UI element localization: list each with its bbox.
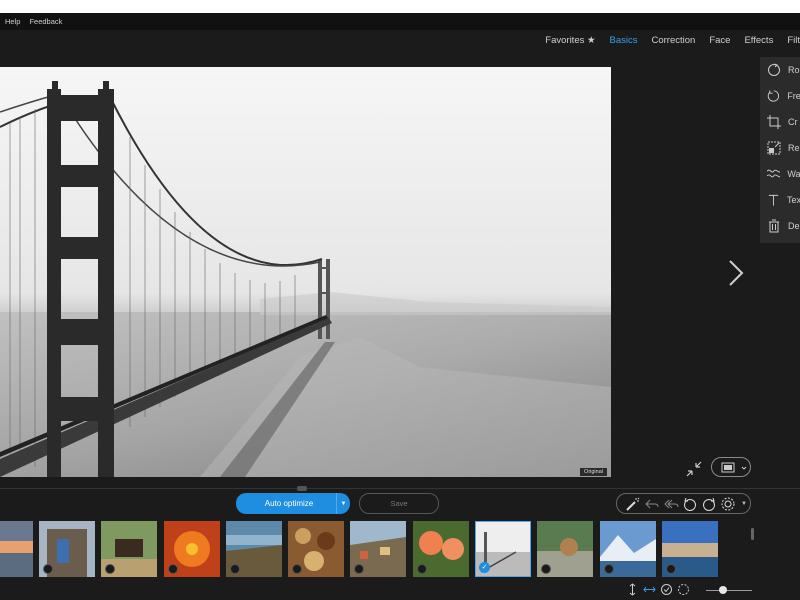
select-circle[interactable] [230,564,240,574]
auto-optimize-button[interactable]: Auto optimize ▼ [236,493,350,514]
thumbnail-dried-fruit[interactable] [288,521,344,577]
thumbnail-horse-fence[interactable] [101,521,157,577]
filmstrip-collapse-handle[interactable] [297,486,307,491]
tool-text[interactable]: Tex [760,187,800,213]
magic-wand-icon[interactable] [625,496,641,512]
save-button[interactable]: Save [359,493,439,514]
thumbnail-coastal-village[interactable] [350,521,406,577]
filmstrip: ✓ [0,520,760,578]
undo-icon[interactable] [644,496,660,512]
thumbnail-orange-blossoms[interactable] [413,521,469,577]
auto-optimize-label: Auto optimize [264,499,314,508]
crop-icon [767,115,781,129]
tool-free-rotate[interactable]: Fre [760,83,800,109]
tool-crop-label: Cr [788,117,798,127]
fit-width-icon[interactable] [643,583,656,596]
edit-toolbar: ▼ [616,493,751,514]
select-all-icon[interactable] [660,583,673,596]
filmstrip-scrollbar[interactable] [751,528,754,540]
rotate-icon [768,63,780,76]
tool-crop[interactable]: Cr [760,109,800,135]
deselect-all-icon[interactable] [677,583,690,596]
text-icon [768,194,779,206]
rotate-left-icon[interactable] [682,496,698,512]
select-circle[interactable] [604,564,614,574]
tab-face[interactable]: Face [709,35,730,52]
select-circle[interactable] [43,564,53,574]
toolbar-dropdown-icon[interactable]: ▼ [741,501,747,507]
thumbnail-sunset-beach[interactable] [0,521,33,577]
bottom-status-bar [0,581,800,600]
tool-text-label: Tex [787,195,800,205]
tool-free-rotate-label: Fre [787,91,800,101]
menu-feedback[interactable]: Feedback [29,17,62,26]
thumbnail-orange-flower[interactable] [164,521,220,577]
select-circle[interactable] [666,564,676,574]
thumbnail-mountain-lake[interactable] [600,521,656,577]
tab-filters[interactable]: Filt [787,35,800,52]
tool-resize[interactable]: Re [760,135,800,161]
tool-delete[interactable]: De [760,213,800,239]
undo-all-icon[interactable] [663,496,679,512]
thumbnail-dog-rocks[interactable] [537,521,593,577]
fit-to-screen-icon[interactable] [685,460,703,478]
select-circle[interactable] [292,564,302,574]
original-badge: Original [580,468,607,476]
tab-favorites[interactable]: Favorites ★ [545,35,595,52]
select-circle[interactable] [417,564,427,574]
tool-resize-label: Re [788,143,800,153]
wave-icon [767,169,781,178]
auto-optimize-dropdown-icon[interactable]: ▼ [336,493,350,514]
thumbnail-tree-person[interactable] [39,521,95,577]
select-circle[interactable] [541,564,551,574]
tool-rotate[interactable]: Ro [760,57,800,83]
menu-bar: Help Feedback [0,13,800,30]
thumbnail-image [0,521,33,577]
tab-effects[interactable]: Effects [744,35,773,52]
rotate-right-icon[interactable] [701,496,717,512]
panel-divider [0,488,800,489]
photo-editor-app: Help Feedback Favorites ★ Basics Correct… [0,13,800,600]
zoom-slider-track[interactable] [706,590,752,591]
tool-wave[interactable]: Wa [760,161,800,187]
settings-gear-icon[interactable] [720,496,736,512]
menu-help[interactable]: Help [5,17,20,26]
compare-icon [721,462,747,473]
tab-basics[interactable]: Basics [610,35,638,52]
photo-canvas[interactable]: Original [0,67,611,477]
edit-category-tabs: Favorites ★ Basics Correction Face Effec… [531,35,800,52]
basics-tool-panel: Ro Fre Cr Re Wa Tex De [760,57,800,243]
compare-view-toggle[interactable] [711,457,751,477]
select-circle[interactable] [105,564,115,574]
thumbnail-golden-gate-bridge[interactable]: ✓ [475,521,531,577]
fit-height-icon[interactable] [626,583,639,596]
next-image-arrow-icon[interactable] [724,258,748,288]
thumbnail-waterfront-houses[interactable] [662,521,718,577]
tool-rotate-label: Ro [788,65,800,75]
zoom-slider-thumb[interactable] [719,586,727,594]
select-circle[interactable] [168,564,178,574]
resize-icon [767,141,781,155]
free-rotate-icon [767,90,780,102]
thumbnail-coast-cliffs[interactable] [226,521,282,577]
tab-correction[interactable]: Correction [652,35,696,52]
delete-icon [769,219,779,233]
select-circle[interactable] [354,564,364,574]
selected-checkmark-icon[interactable]: ✓ [479,562,490,573]
tool-delete-label: De [788,221,800,231]
golden-gate-photo [0,67,611,477]
tool-wave-label: Wa [787,169,800,179]
